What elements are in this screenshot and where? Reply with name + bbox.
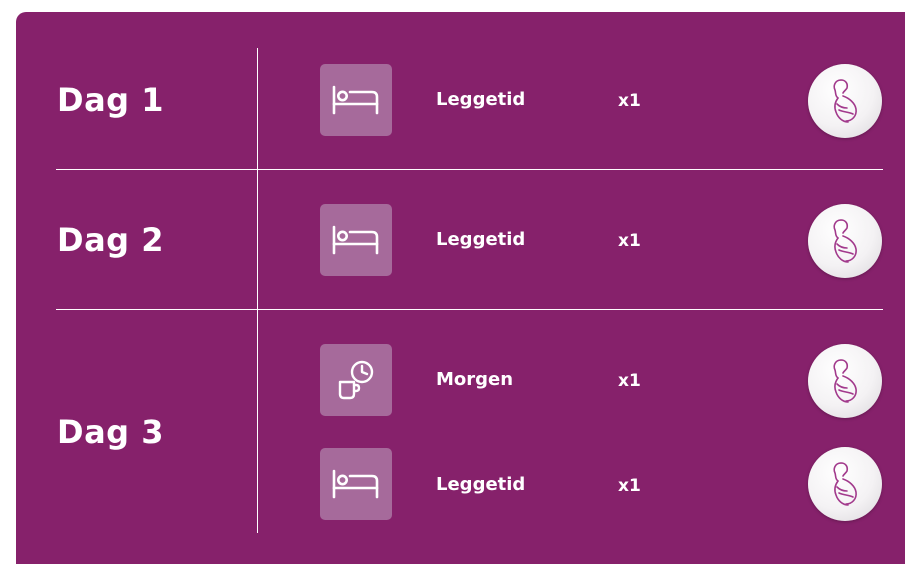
schedule-item-label: Leggetid bbox=[436, 229, 526, 250]
schedule-item-count: x1 bbox=[618, 371, 641, 391]
pregnant-woman-avatar[interactable] bbox=[808, 344, 882, 418]
day-label: Dag 3 bbox=[57, 413, 164, 451]
bed-icon bbox=[332, 225, 379, 255]
schedule-item-icon-tile bbox=[320, 448, 392, 520]
schedule-item-icon-tile bbox=[320, 64, 392, 136]
schedule-panel: Dag 1 Leggetid x1 Dag 2 Leggetid x1 Dag … bbox=[16, 12, 905, 564]
pregnant-woman-avatar[interactable] bbox=[808, 204, 882, 278]
pregnant-woman-icon bbox=[833, 79, 857, 123]
day-label: Dag 2 bbox=[57, 221, 164, 259]
schedule-item-label: Leggetid bbox=[436, 474, 526, 495]
schedule-item-count: x1 bbox=[618, 476, 641, 496]
row-divider bbox=[56, 309, 883, 310]
schedule-item-count: x1 bbox=[618, 91, 641, 111]
schedule-item-label: Morgen bbox=[436, 369, 514, 390]
schedule-item-icon-tile bbox=[320, 344, 392, 416]
column-divider bbox=[257, 48, 258, 169]
pregnant-woman-icon bbox=[833, 359, 857, 403]
schedule-item-count: x1 bbox=[618, 231, 641, 251]
schedule-item-icon-tile bbox=[320, 204, 392, 276]
pregnant-woman-icon bbox=[833, 219, 857, 263]
bed-icon bbox=[332, 469, 379, 499]
mug-clock-icon bbox=[338, 360, 374, 400]
pregnant-woman-icon bbox=[833, 462, 857, 506]
column-divider bbox=[257, 169, 258, 309]
schedule-item-label: Leggetid bbox=[436, 89, 526, 110]
day-label: Dag 1 bbox=[57, 81, 164, 119]
column-divider bbox=[257, 309, 258, 533]
pregnant-woman-avatar[interactable] bbox=[808, 447, 882, 521]
bed-icon bbox=[332, 85, 379, 115]
pregnant-woman-avatar[interactable] bbox=[808, 64, 882, 138]
row-divider bbox=[56, 169, 883, 170]
